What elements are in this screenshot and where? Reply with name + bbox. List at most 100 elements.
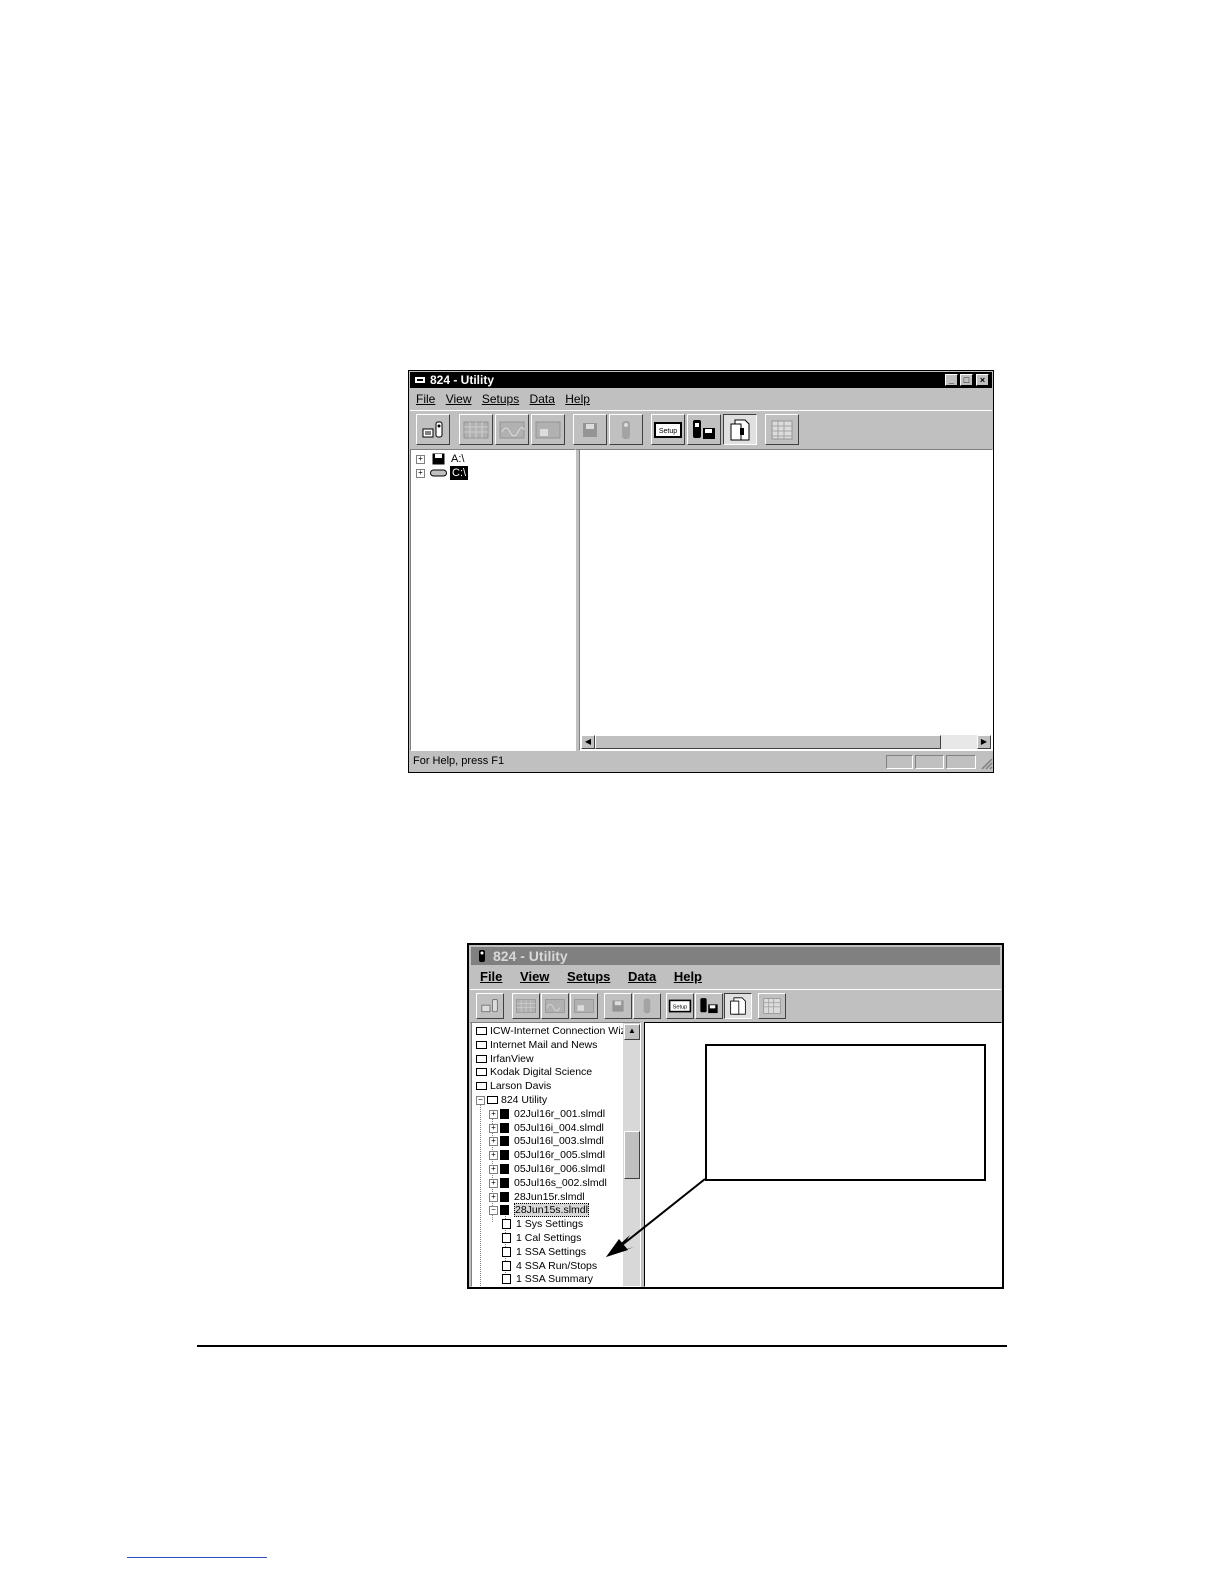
title-bar[interactable]: 824 - Utility	[471, 947, 1000, 965]
folder-icon	[476, 1068, 487, 1077]
callout-arrow	[606, 1178, 706, 1257]
minimize-button[interactable]: _	[945, 374, 958, 386]
data-file-icon	[500, 1122, 509, 1133]
window-title: 824 - Utility	[493, 948, 568, 964]
tree-item[interactable]: 1 SSA Summary	[472, 1272, 622, 1286]
maximize-button[interactable]: □	[960, 374, 973, 386]
tree-item[interactable]: +05Jul16l_003.slmdl	[472, 1134, 622, 1148]
expand-icon[interactable]: +	[489, 1192, 498, 1202]
tree-item-label: ICW-Internet Connection Wiz	[490, 1025, 626, 1037]
folder-icon	[476, 1027, 487, 1035]
resize-grip-icon[interactable]	[979, 756, 993, 770]
tree-item[interactable]: 4 SSA Run/Stops	[472, 1259, 622, 1273]
data-file-icon	[500, 1150, 509, 1161]
expand-icon[interactable]: +	[489, 1178, 498, 1188]
spreadsheet-icon	[763, 998, 781, 1014]
collapse-icon[interactable]: −	[476, 1096, 485, 1105]
toolbar-button-meter[interactable]	[633, 993, 661, 1019]
expand-icon[interactable]: +	[489, 1123, 498, 1133]
toolbar-button-disk[interactable]	[573, 414, 607, 445]
footer-link-underline	[127, 1557, 267, 1558]
expand-icon[interactable]: +	[416, 455, 425, 464]
scroll-thumb[interactable]	[624, 1131, 640, 1179]
tree-item[interactable]: +02Jul16r_001.slmdl	[472, 1107, 622, 1121]
expand-icon[interactable]: +	[489, 1165, 498, 1174]
expand-icon[interactable]: +	[489, 1137, 498, 1147]
toolbar-button-disk[interactable]	[604, 993, 632, 1019]
file-list-pane[interactable]: ◀ ▶	[579, 449, 993, 751]
meter-icon	[622, 420, 630, 439]
title-bar[interactable]: 824 - Utility _ □ ×	[410, 372, 992, 388]
status-cell	[915, 755, 944, 769]
menu-help[interactable]: Help	[565, 390, 590, 408]
tree-item-label: 05Jul16r_005.slmdl	[514, 1149, 606, 1162]
tree-item[interactable]: IrfanView	[472, 1052, 622, 1066]
folder-icon	[476, 1054, 487, 1063]
tree-item[interactable]: +05Jul16i_004.slmdl	[472, 1121, 622, 1135]
toolbar-button-download[interactable]	[416, 414, 450, 445]
tree-item[interactable]: +05Jul16r_005.slmdl	[472, 1148, 622, 1162]
collapse-icon[interactable]: −	[489, 1206, 498, 1216]
toolbar-button-meter-disk[interactable]	[695, 993, 723, 1019]
tree-item[interactable]: +05Jul16r_006.slmdl	[472, 1162, 622, 1176]
data-file-icon	[500, 1177, 509, 1188]
floppy-drive-icon	[432, 453, 445, 465]
tree-item-label: 05Jul16r_006.slmdl	[514, 1163, 606, 1175]
menu-help[interactable]: Help	[674, 966, 702, 988]
tree-item[interactable]: Larson Davis	[472, 1079, 622, 1093]
meter-disk-icon	[700, 998, 718, 1014]
menu-file[interactable]: File	[480, 966, 502, 988]
toolbar-button-meter[interactable]	[609, 414, 643, 445]
toolbar-button-documents[interactable]	[723, 414, 757, 445]
toolbar-button-grid-disk[interactable]	[531, 414, 565, 445]
tree-item[interactable]: ICW-Internet Connection Wiz	[472, 1024, 626, 1038]
toolbar-button-grid-wave[interactable]	[541, 993, 569, 1019]
menu-data[interactable]: Data	[628, 966, 656, 988]
toolbar-button-setup[interactable]: Setup	[651, 414, 685, 445]
menu-view[interactable]: View	[446, 390, 472, 408]
data-file-icon	[500, 1164, 509, 1174]
expand-icon[interactable]: +	[416, 469, 425, 478]
toolbar-button-meter-disk[interactable]	[687, 414, 721, 445]
close-button[interactable]: ×	[976, 374, 989, 386]
expand-icon[interactable]: +	[489, 1151, 498, 1161]
toolbar-button-grid[interactable]	[459, 414, 493, 445]
toolbar-button-documents[interactable]	[724, 993, 752, 1019]
scroll-up-button[interactable]: ▲	[624, 1024, 640, 1040]
menu-setups[interactable]: Setups	[482, 390, 519, 408]
toolbar-button-setup[interactable]: Setup	[666, 993, 694, 1019]
toolbar-button-grid[interactable]	[512, 993, 540, 1019]
status-cell	[946, 755, 976, 769]
expand-icon[interactable]: +	[489, 1109, 498, 1119]
toolbar-button-grid-disk[interactable]	[570, 993, 598, 1019]
grid-wave-icon	[545, 999, 565, 1013]
meter-to-pc-icon	[481, 999, 498, 1013]
scroll-right-button[interactable]: ▶	[977, 735, 991, 749]
menu-file[interactable]: File	[416, 390, 435, 408]
tree-item[interactable]: − 824 Utility	[472, 1093, 622, 1107]
toolbar-button-spreadsheet[interactable]	[758, 993, 786, 1019]
tree-item-label: IrfanView	[490, 1052, 534, 1065]
tree-item[interactable]: Kodak Digital Science	[472, 1065, 622, 1079]
menu-setups[interactable]: Setups	[567, 966, 610, 988]
folder-tree-pane[interactable]: + A:\ + C:\	[410, 449, 576, 751]
scroll-thumb[interactable]	[595, 735, 941, 749]
tree-item-label: 05Jul16i_004.slmdl	[514, 1121, 604, 1134]
menu-data[interactable]: Data	[530, 390, 555, 408]
toolbar-button-download[interactable]	[476, 993, 504, 1019]
tree-item-label: 1 Cal Settings	[516, 1232, 582, 1244]
data-file-icon	[500, 1136, 509, 1147]
callout-box	[705, 1044, 986, 1181]
scroll-left-button[interactable]: ◀	[581, 735, 595, 749]
data-file-icon	[500, 1205, 509, 1216]
data-file-icon	[500, 1108, 509, 1119]
tree-item[interactable]: Internet Mail and News	[472, 1038, 622, 1052]
data-file-icon	[500, 1191, 509, 1202]
horizontal-scrollbar[interactable]: ◀ ▶	[581, 735, 991, 749]
menu-view[interactable]: View	[520, 966, 549, 988]
toolbar-button-spreadsheet[interactable]	[765, 414, 799, 445]
status-text: For Help, press F1	[413, 755, 505, 767]
tree-item-label: Larson Davis	[490, 1080, 552, 1093]
toolbar-button-grid-wave[interactable]	[495, 414, 529, 445]
record-icon	[502, 1274, 511, 1285]
